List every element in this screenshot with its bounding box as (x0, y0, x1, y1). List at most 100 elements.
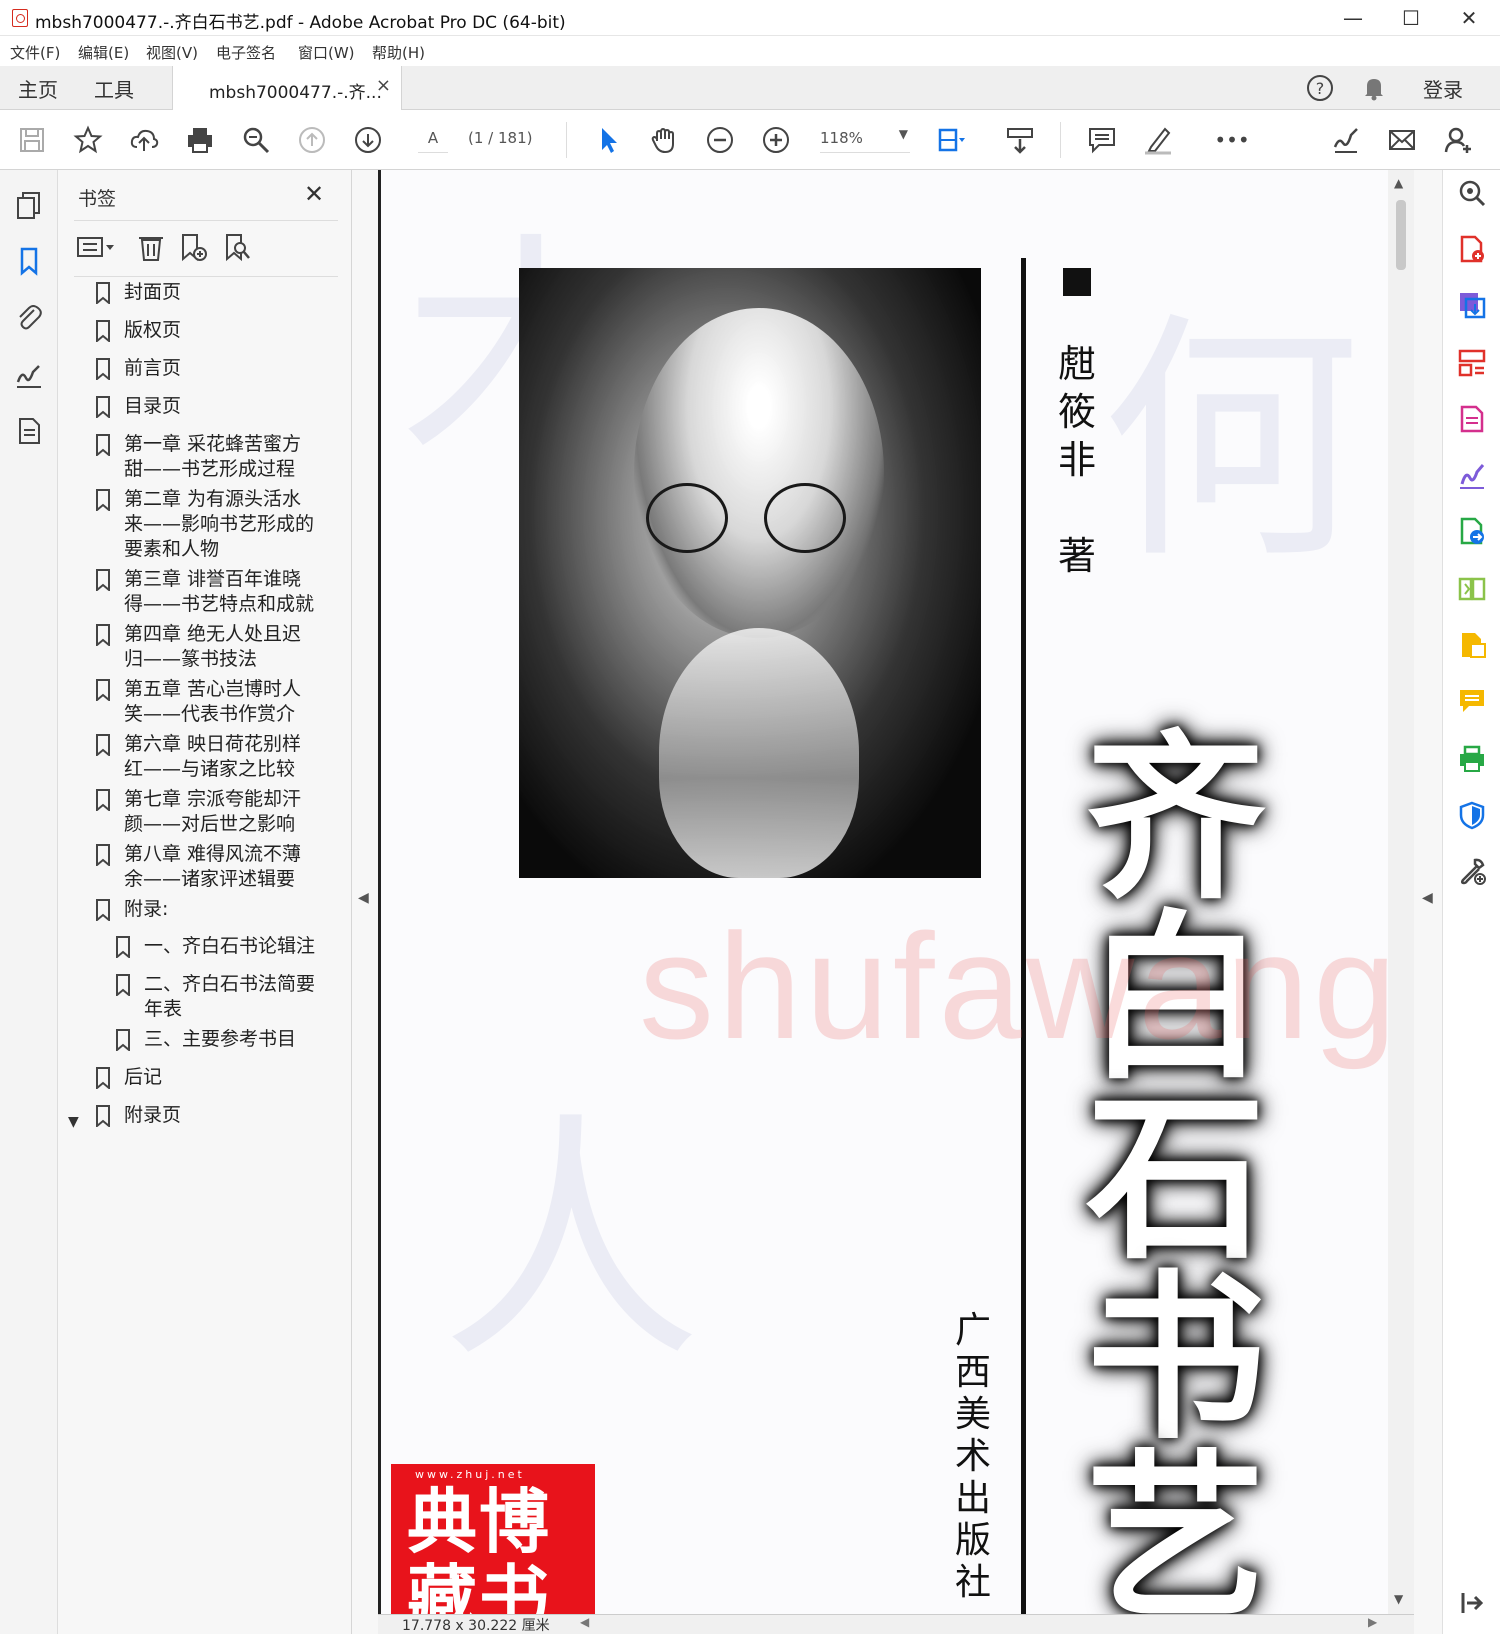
bookmark-item[interactable]: 目录页 (96, 394, 316, 419)
scroll-right-icon[interactable]: ▶ (1368, 1615, 1377, 1629)
author-portrait (519, 268, 981, 878)
scroll-mode-icon[interactable] (1004, 124, 1036, 156)
menu-edit[interactable]: 编辑(E) (78, 42, 129, 63)
seal-url: www.zhuj.net (415, 1468, 525, 1481)
tab-tools[interactable]: 工具 (94, 74, 134, 103)
portrait-head (634, 308, 884, 638)
scroll-down-icon[interactable]: ▼ (1394, 1592, 1403, 1606)
attachment-icon[interactable] (14, 302, 44, 332)
zoom-select[interactable]: 118% ▼ (820, 127, 910, 153)
menu-file[interactable]: 文件(F) (10, 42, 60, 63)
menu-esign[interactable]: 电子签名 (216, 42, 276, 63)
signature-panel-icon[interactable] (14, 360, 44, 390)
star-icon[interactable] (72, 124, 104, 156)
bookmark-item[interactable]: 二、齐白石书法简要年表 (116, 972, 316, 1022)
window-title: mbsh7000477.-.齐白石书艺.pdf - Adobe Acrobat … (35, 13, 566, 33)
vertical-scrollbar[interactable]: ▲ ▼ (1388, 170, 1414, 1614)
comment-icon[interactable] (1086, 124, 1118, 156)
document-properties-icon[interactable] (14, 416, 44, 446)
fill-sign-icon[interactable] (1457, 460, 1487, 490)
close-tab-icon[interactable]: × (376, 75, 391, 96)
organize-pages-icon[interactable] (1457, 348, 1487, 378)
menu-window[interactable]: 窗口(W) (298, 42, 355, 63)
save-icon[interactable] (16, 124, 48, 156)
close-panel-icon[interactable]: ✕ (304, 180, 324, 208)
collapse-left-icon[interactable]: ◀ (358, 890, 369, 906)
bookmark-icon[interactable] (14, 246, 44, 276)
menu-view[interactable]: 视图(V) (146, 42, 198, 63)
comment-tool-icon[interactable] (1457, 686, 1487, 716)
compare-files-icon[interactable] (1457, 574, 1487, 604)
bookmark-flag-icon (96, 899, 110, 921)
bookmark-label: 前言页 (124, 357, 182, 379)
bookmark-item[interactable]: 版权页 (96, 318, 316, 343)
help-icon[interactable]: ? (1306, 74, 1334, 102)
menu-help[interactable]: 帮助(H) (372, 42, 425, 63)
bookmark-item[interactable]: 第一章 采花蜂苦蜜方甜——书艺形成过程 (96, 432, 316, 482)
acrobat-icon (12, 9, 28, 27)
tab-home[interactable]: 主页 (18, 74, 58, 103)
collapse-right-icon[interactable]: ◀ (1422, 890, 1433, 906)
bookmark-item[interactable]: 第四章 绝无人处且迟归——篆书技法 (96, 622, 316, 672)
bookmark-flag-icon (116, 974, 130, 996)
options-menu-icon[interactable] (76, 232, 118, 262)
find-bookmark-icon[interactable] (222, 232, 252, 262)
scroll-thumb[interactable] (1396, 200, 1406, 270)
tab-document[interactable]: mbsh7000477.-.齐... × (172, 66, 402, 110)
bookmark-item[interactable]: 附录页 (96, 1103, 316, 1128)
panel-title: 书签 (78, 188, 117, 210)
export-pdf-icon[interactable] (1457, 290, 1487, 320)
send-for-review-icon[interactable] (1457, 516, 1487, 546)
collapse-chevron-icon[interactable]: ▼ (68, 1114, 79, 1130)
maximize-button[interactable]: ☐ (1382, 0, 1440, 36)
svg-text:?: ? (1316, 79, 1325, 98)
new-bookmark-icon[interactable] (178, 232, 208, 262)
page-down-icon[interactable] (352, 124, 384, 156)
print-icon[interactable] (184, 124, 216, 156)
scroll-up-icon[interactable]: ▲ (1394, 176, 1403, 190)
protect-shield-icon[interactable] (1457, 800, 1487, 830)
zoom-search-icon[interactable] (240, 124, 272, 156)
more-tools-wrench-icon[interactable] (1457, 856, 1487, 886)
combine-files-icon[interactable] (1457, 630, 1487, 660)
bookmark-item[interactable]: 一、齐白石书论辑注 (116, 934, 316, 959)
email-icon[interactable] (1386, 124, 1418, 156)
more-tools-icon[interactable]: ••• (1214, 124, 1249, 156)
zoom-out-icon[interactable] (704, 124, 736, 156)
bookmark-item[interactable]: 前言页 (96, 356, 316, 381)
edit-pdf-icon[interactable] (1457, 404, 1487, 434)
bookmark-item[interactable]: 后记 (96, 1065, 316, 1090)
collapse-tools-icon[interactable] (1457, 1588, 1487, 1618)
page-number-input[interactable]: A (418, 129, 448, 153)
bookmark-item[interactable]: 第三章 诽誉百年谁晓得——书艺特点和成就 (96, 567, 316, 617)
zoom-in-icon[interactable] (760, 124, 792, 156)
cloud-upload-icon[interactable] (128, 124, 160, 156)
page-thumbnails-icon[interactable] (14, 190, 44, 220)
bookmark-item[interactable]: 第七章 宗派夸能却汗颜——对后世之影响 (96, 787, 316, 837)
sign-icon[interactable] (1330, 124, 1362, 156)
bookmark-item[interactable]: 附录: (96, 897, 316, 922)
share-user-icon[interactable] (1442, 124, 1474, 156)
page-up-icon[interactable] (296, 124, 328, 156)
bookmark-flag-icon (96, 569, 110, 591)
bookmark-item[interactable]: 第六章 映日荷花别样红——与诸家之比较 (96, 732, 316, 782)
login-button[interactable]: 登录 (1423, 74, 1463, 103)
create-pdf-icon[interactable] (1457, 234, 1487, 264)
minimize-button[interactable]: — (1324, 0, 1382, 36)
bell-icon[interactable] (1360, 74, 1388, 102)
close-button[interactable]: ✕ (1440, 0, 1498, 36)
hand-tool-icon[interactable] (648, 124, 680, 156)
highlight-pen-icon[interactable] (1142, 124, 1174, 156)
enhance-scan-icon[interactable] (1457, 178, 1487, 208)
print-production-icon[interactable] (1457, 744, 1487, 774)
delete-bookmark-icon[interactable] (136, 232, 166, 262)
bookmark-item[interactable]: 第二章 为有源头活水来——影响书艺形成的要素和人物 (96, 487, 316, 562)
bookmark-item[interactable]: 三、主要参考书目 (116, 1027, 316, 1052)
toolbar-divider (566, 122, 567, 158)
bookmark-item[interactable]: 第五章 苦心岂博时人笑——代表书作赏介 (96, 677, 316, 727)
fit-page-icon[interactable] (934, 124, 966, 156)
bookmark-item[interactable]: 封面页 (96, 280, 316, 305)
scroll-left-icon[interactable]: ◀ (580, 1615, 589, 1629)
select-cursor-icon[interactable] (592, 124, 624, 156)
bookmark-item[interactable]: 第八章 难得风流不薄余——诸家评述辑要 (96, 842, 316, 892)
